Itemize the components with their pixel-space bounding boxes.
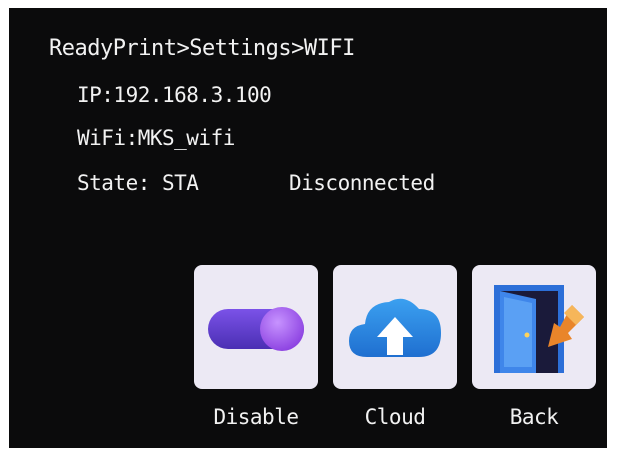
- connection-status-text: Disconnected: [289, 171, 435, 195]
- exit-door-icon: [494, 285, 584, 373]
- disable-label: Disable: [213, 405, 299, 429]
- cloud-upload-icon: [349, 298, 441, 357]
- wifi-settings-screen: ReadyPrint>Settings>WIFI IP:192.168.3.10…: [9, 8, 607, 448]
- ip-address-text: IP:192.168.3.100: [77, 83, 272, 107]
- toggle-switch-icon: [208, 307, 304, 351]
- wifi-name-text: WiFi:MKS_wifi: [77, 126, 235, 150]
- cloud-button[interactable]: [333, 265, 457, 389]
- disable-button[interactable]: [194, 265, 318, 389]
- back-label: Back: [509, 405, 559, 429]
- cloud-label: Cloud: [364, 405, 426, 429]
- breadcrumb: ReadyPrint>Settings>WIFI: [49, 36, 355, 61]
- state-label: State: STA: [77, 171, 199, 195]
- back-button[interactable]: [472, 265, 596, 389]
